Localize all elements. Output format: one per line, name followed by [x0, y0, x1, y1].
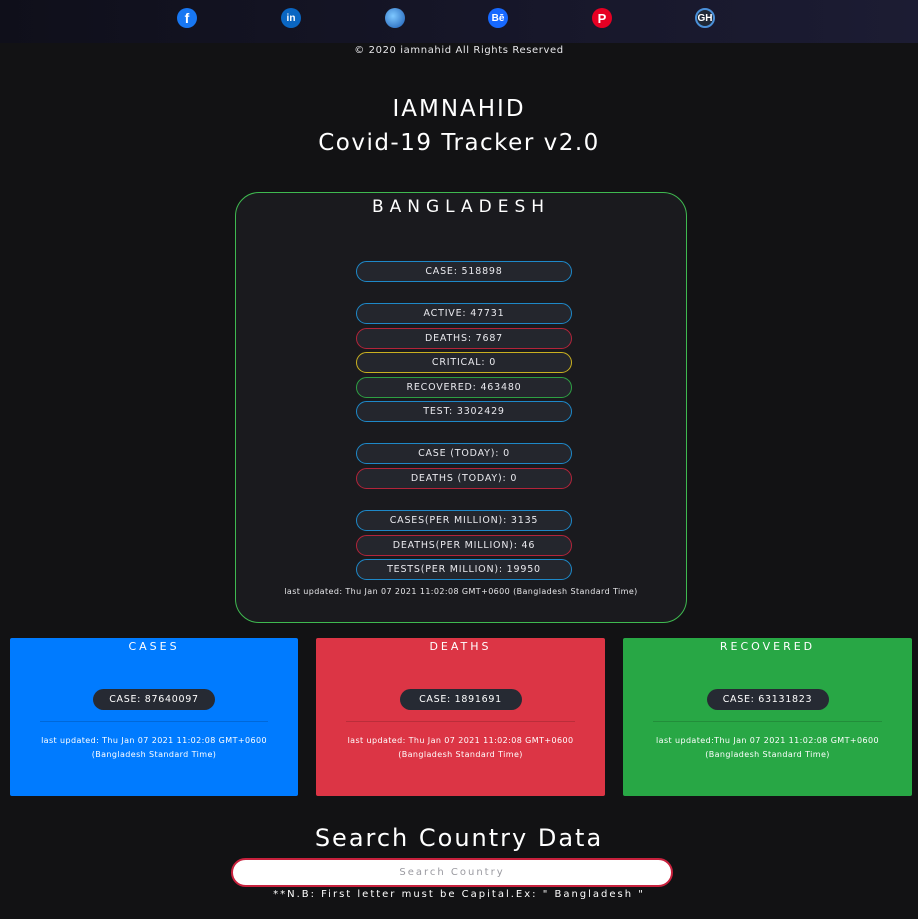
country-recovered-pill: RECOVERED: 463480 — [356, 377, 572, 398]
country-deaths-per-million-pill: DEATHS(PER MILLION): 46 — [356, 535, 572, 556]
country-last-updated: last updated: Thu Jan 07 2021 11:02:08 G… — [284, 587, 638, 596]
global-recovered-card: RECOVERED CASE: 63131823 last updated:Th… — [623, 638, 912, 796]
copyright-text: © 2020 iamnahid All Rights Reserved — [354, 45, 564, 56]
social-bar: f in Bē P GH — [0, 0, 918, 43]
card-last-updated: last updated: Thu Jan 07 2021 11:02:08 G… — [10, 734, 298, 762]
country-case-pill: CASE: 518898 — [356, 261, 572, 282]
card-divider — [346, 721, 575, 722]
country-name: BANGLADESH — [371, 197, 551, 217]
search-title: Search Country Data — [314, 824, 604, 852]
country-tests-per-million-pill: TESTS(PER MILLION): 19950 — [356, 559, 572, 580]
card-divider — [653, 721, 882, 722]
country-critical-pill: CRITICAL: 0 — [356, 352, 572, 373]
card-last-updated: last updated: Thu Jan 07 2021 11:02:08 G… — [316, 734, 605, 762]
country-panel: BANGLADESH CASE: 518898 ACTIVE: 47731 DE… — [235, 192, 687, 623]
card-value-pill: CASE: 87640097 — [93, 689, 215, 710]
country-deaths-pill: DEATHS: 7687 — [356, 328, 572, 349]
search-country-input[interactable] — [231, 858, 673, 887]
global-cases-card: CASES CASE: 87640097 last updated: Thu J… — [10, 638, 298, 796]
card-title: RECOVERED — [719, 640, 816, 653]
country-active-pill: ACTIVE: 47731 — [356, 303, 572, 324]
card-title: CASES — [128, 640, 180, 653]
search-note: **N.B: First letter must be Capital.Ex: … — [273, 889, 645, 900]
card-updated-line2: (Bangladesh Standard Time) — [91, 750, 217, 759]
card-updated-line1: last updated:Thu Jan 07 2021 11:02:08 GM… — [656, 736, 879, 745]
behance-icon[interactable]: Bē — [488, 8, 508, 28]
country-cases-per-million-pill: CASES(PER MILLION): 3135 — [356, 510, 572, 531]
page-subtitle: Covid-19 Tracker v2.0 — [318, 130, 600, 156]
facebook-icon[interactable]: f — [177, 8, 197, 28]
country-test-pill: TEST: 3302429 — [356, 401, 572, 422]
card-updated-line1: last updated: Thu Jan 07 2021 11:02:08 G… — [41, 736, 267, 745]
country-deaths-today-pill: DEATHS (TODAY): 0 — [356, 468, 572, 489]
linkedin-icon[interactable]: in — [281, 8, 301, 28]
card-title: DEATHS — [429, 640, 492, 653]
card-last-updated: last updated:Thu Jan 07 2021 11:02:08 GM… — [623, 734, 912, 762]
country-case-today-pill: CASE (TODAY): 0 — [356, 443, 572, 464]
global-deaths-card: DEATHS CASE: 1891691 last updated: Thu J… — [316, 638, 605, 796]
card-value-pill: CASE: 1891691 — [399, 689, 522, 710]
card-value-pill: CASE: 63131823 — [706, 689, 829, 710]
card-updated-line2: (Bangladesh Standard Time) — [705, 750, 830, 759]
card-divider — [40, 721, 268, 722]
github-icon[interactable]: GH — [695, 8, 715, 28]
card-updated-line1: last updated: Thu Jan 07 2021 11:02:08 G… — [347, 736, 574, 745]
website-globe-icon[interactable] — [385, 8, 405, 28]
card-updated-line2: (Bangladesh Standard Time) — [398, 750, 523, 759]
pinterest-icon[interactable]: P — [592, 8, 612, 28]
site-title: IAMNAHID — [392, 96, 526, 122]
